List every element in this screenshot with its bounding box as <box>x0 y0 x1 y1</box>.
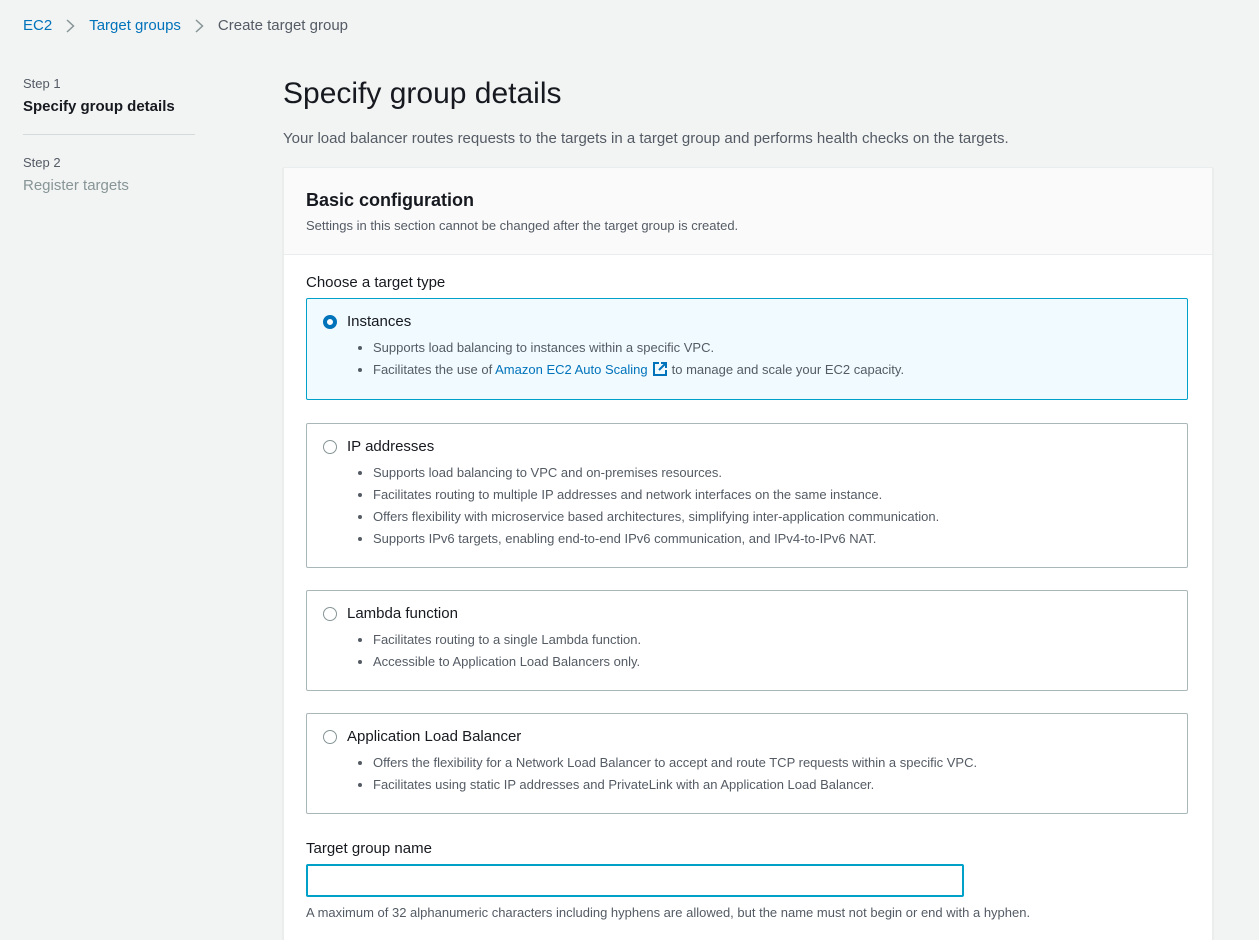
tile-head: Application Load Balancer <box>323 727 521 747</box>
target-type-instances-tile[interactable]: Instances Supports load balancing to ins… <box>306 298 1188 400</box>
basic-configuration-panel: Basic configuration Settings in this sec… <box>283 167 1213 940</box>
tile-bullet-list: Supports load balancing to VPC and on-pr… <box>355 462 939 550</box>
list-item: Facilitates routing to a single Lambda f… <box>355 629 641 651</box>
panel-title: Basic configuration <box>306 190 475 210</box>
tile-bullet-list: Offers the flexibility for a Network Loa… <box>355 752 977 796</box>
tile-title: IP addresses <box>347 438 435 455</box>
list-item: Facilitates using static IP addresses an… <box>355 774 977 796</box>
list-item: Supports load balancing to VPC and on-pr… <box>355 462 939 484</box>
list-item: Facilitates the use of Amazon EC2 Auto S… <box>355 359 904 384</box>
bullet-text: Facilitates the use of <box>373 362 493 377</box>
main-header: Specify group details Your load balancer… <box>283 74 1213 149</box>
chevron-right-icon <box>195 18 204 33</box>
panel-header: Basic configuration Settings in this sec… <box>284 168 1212 255</box>
step-divider <box>23 134 195 135</box>
tile-title: Lambda function <box>347 605 458 622</box>
list-item: Supports IPv6 targets, enabling end-to-e… <box>355 528 939 550</box>
create-target-group-page: EC2 Target groups Create target group St… <box>0 0 1259 940</box>
tile-bullet-list: Supports load balancing to instances wit… <box>355 337 904 384</box>
ec2-auto-scaling-link[interactable]: Amazon EC2 Auto Scaling <box>495 362 647 377</box>
target-group-name-hint: A maximum of 32 alphanumeric characters … <box>306 905 1031 920</box>
ip-addresses-radio[interactable] <box>323 440 337 454</box>
panel-body: Choose a target type <box>284 255 1212 293</box>
wizard-steps: Step 1 Specify group details Step 2 Regi… <box>23 76 195 196</box>
step-number: Step 2 <box>23 155 61 170</box>
chevron-right-icon <box>66 18 75 33</box>
page-description: Your load balancer routes requests to th… <box>283 130 1009 147</box>
target-type-lambda-tile[interactable]: Lambda function Facilitates routing to a… <box>306 590 1188 691</box>
lambda-function-radio[interactable] <box>323 607 337 621</box>
step-number: Step 1 <box>23 76 61 91</box>
breadcrumb: EC2 Target groups Create target group <box>23 17 348 34</box>
tile-bullet-list: Facilitates routing to a single Lambda f… <box>355 629 641 673</box>
page-title: Specify group details <box>283 77 562 110</box>
step-2: Step 2 Register targets <box>23 155 195 196</box>
step-1: Step 1 Specify group details <box>23 76 195 117</box>
breadcrumb-current: Create target group <box>217 17 348 34</box>
target-group-name-label: Target group name <box>306 840 432 857</box>
list-item: Facilitates routing to multiple IP addre… <box>355 484 939 506</box>
list-item: Offers the flexibility for a Network Loa… <box>355 752 977 774</box>
list-item: Offers flexibility with microservice bas… <box>355 506 939 528</box>
list-item: Accessible to Application Load Balancers… <box>355 651 641 673</box>
target-type-ip-addresses-tile[interactable]: IP addresses Supports load balancing to … <box>306 423 1188 568</box>
step-title: Specify group details <box>23 98 175 115</box>
application-load-balancer-radio[interactable] <box>323 730 337 744</box>
bullet-text: to manage and scale your EC2 capacity. <box>671 362 905 377</box>
list-item: Supports load balancing to instances wit… <box>355 337 904 359</box>
tile-title: Application Load Balancer <box>347 728 522 745</box>
instances-radio[interactable] <box>323 315 337 329</box>
panel-subtitle: Settings in this section cannot be chang… <box>306 218 739 233</box>
target-type-label: Choose a target type <box>306 274 446 291</box>
target-group-name-input[interactable] <box>306 864 964 897</box>
breadcrumb-ec2-link[interactable]: EC2 <box>23 17 52 34</box>
external-link-icon[interactable] <box>652 361 668 384</box>
tile-head: Lambda function <box>323 604 458 624</box>
tile-head: Instances <box>323 312 411 332</box>
tile-head: IP addresses <box>323 437 434 457</box>
target-type-alb-tile[interactable]: Application Load Balancer Offers the fle… <box>306 713 1188 814</box>
tile-title: Instances <box>347 313 412 330</box>
step-title: Register targets <box>23 177 129 194</box>
breadcrumb-target-groups-link[interactable]: Target groups <box>89 17 181 34</box>
